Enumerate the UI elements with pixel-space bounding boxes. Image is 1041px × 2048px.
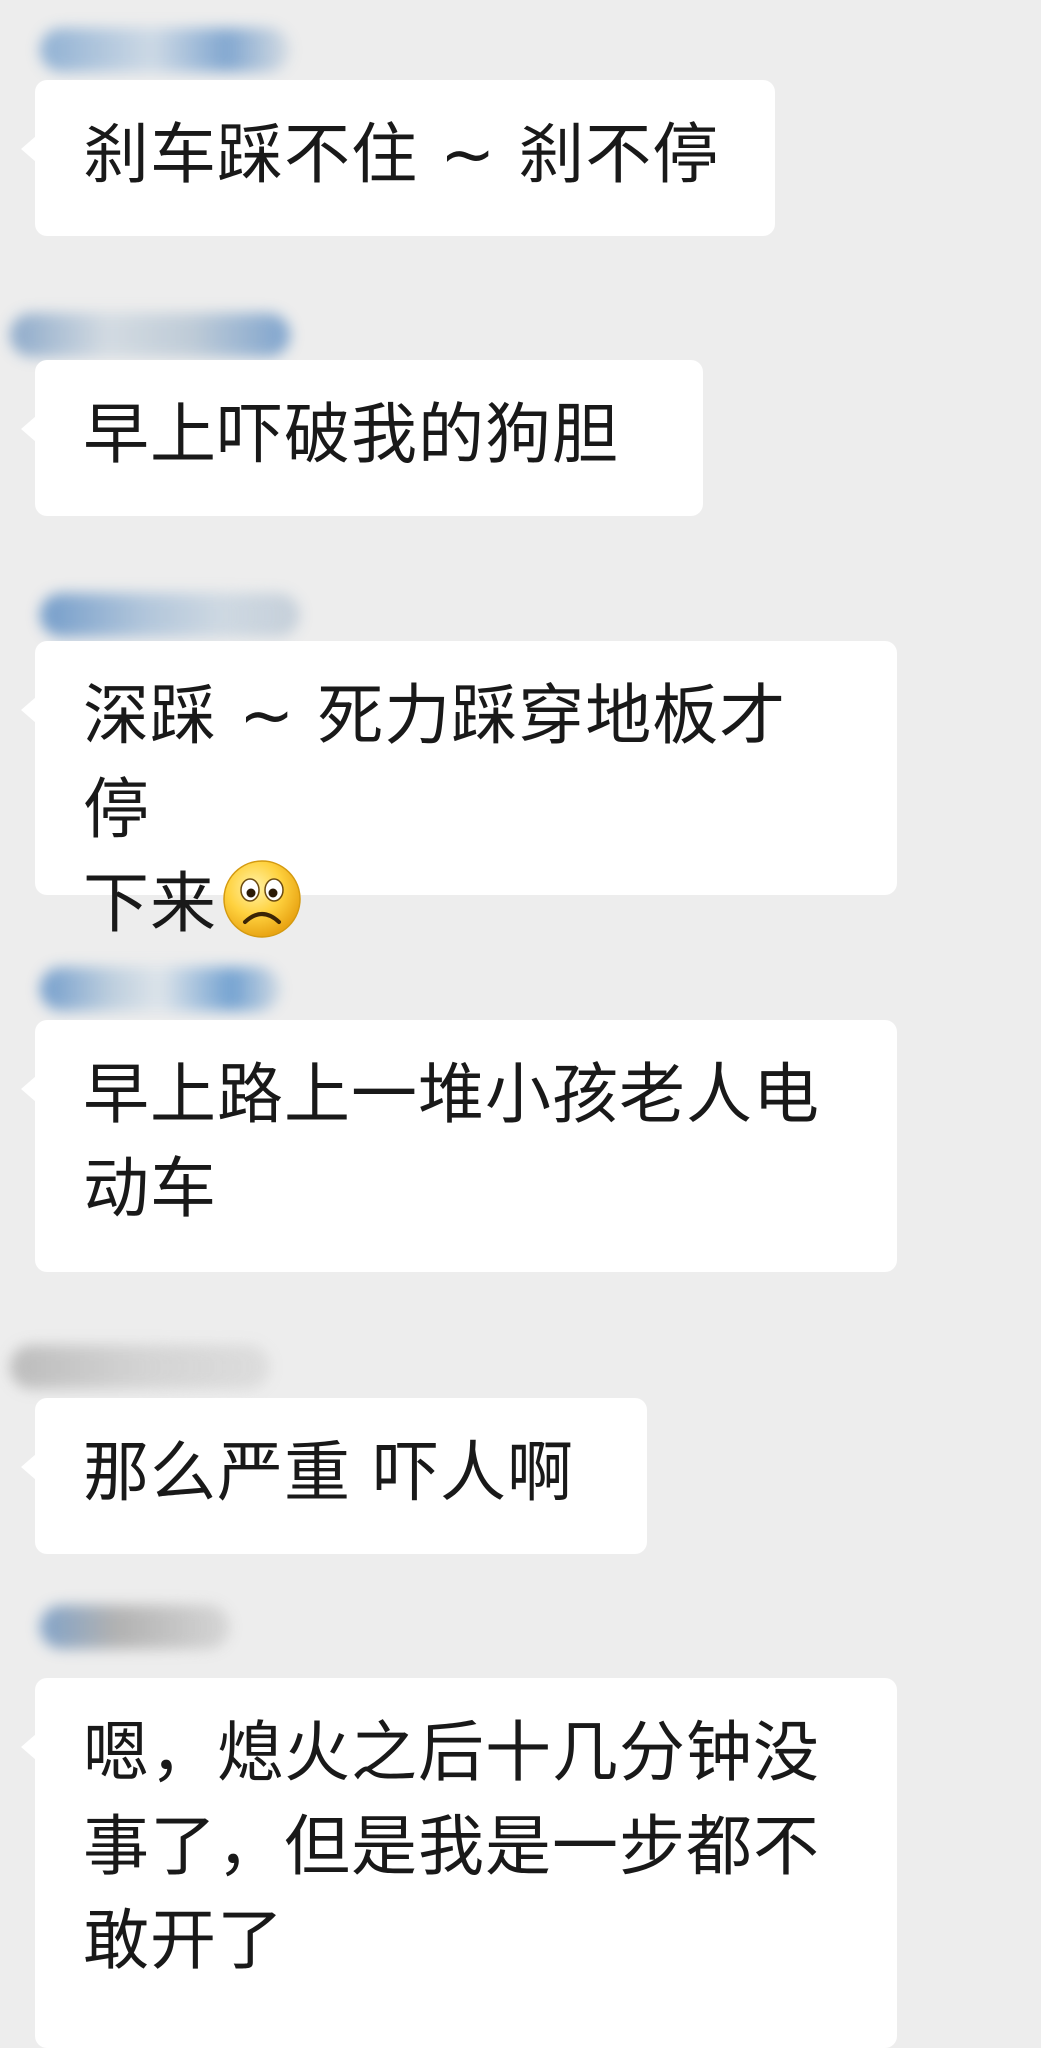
- message-text: 那么严重 吓人啊: [83, 1434, 574, 1511]
- blurred-sender-name: [10, 1345, 270, 1389]
- message-bubble[interactable]: 深踩 ~ 死力踩穿地板才停 下来: [21, 641, 897, 942]
- message-row: 嗯，熄火之后十几分钟没 事了，但是我是一步都不 敢开了: [0, 1560, 1041, 2048]
- message-row: 深踩 ~ 死力踩穿地板才停 下来: [0, 525, 1041, 942]
- blurred-sender-name: [10, 313, 290, 357]
- message-text: 早上路上一堆小孩老人电 动车: [83, 1056, 820, 1227]
- message-text-content: 深踩 ~ 死力踩穿地板才停 下来: [83, 677, 787, 942]
- message-text: 刹车踩不住 ~ 刹不停: [83, 116, 720, 193]
- message-text: 嗯，熄火之后十几分钟没 事了，但是我是一步都不 敢开了: [83, 1714, 820, 1979]
- message-bubble[interactable]: 那么严重 吓人啊: [21, 1398, 647, 1554]
- message-row: 那么严重 吓人啊: [0, 1280, 1041, 1560]
- blurred-sender-name: [40, 28, 290, 72]
- message-text: 早上吓破我的狗胆: [83, 396, 619, 473]
- message-bubble[interactable]: 嗯，熄火之后十几分钟没 事了，但是我是一步都不 敢开了: [21, 1678, 897, 2048]
- blurred-sender-name: [40, 593, 300, 637]
- blurred-sender-name: [40, 1605, 230, 1649]
- message-row: 早上路上一堆小孩老人电 动车: [0, 905, 1041, 1280]
- message-row: 早上吓破我的狗胆: [0, 245, 1041, 525]
- message-bubble[interactable]: 早上吓破我的狗胆: [21, 360, 703, 516]
- blurred-sender-name: [40, 967, 280, 1011]
- message-bubble[interactable]: 刹车踩不住 ~ 刹不停: [21, 80, 775, 236]
- message-row: 刹车踩不住 ~ 刹不停: [0, 0, 1041, 245]
- chat-message-list[interactable]: 刹车踩不住 ~ 刹不停 早上吓破我的狗胆 深踩 ~ 死力踩穿地板才停 下来 早上…: [0, 0, 1041, 2048]
- message-bubble[interactable]: 早上路上一堆小孩老人电 动车: [21, 1020, 897, 1272]
